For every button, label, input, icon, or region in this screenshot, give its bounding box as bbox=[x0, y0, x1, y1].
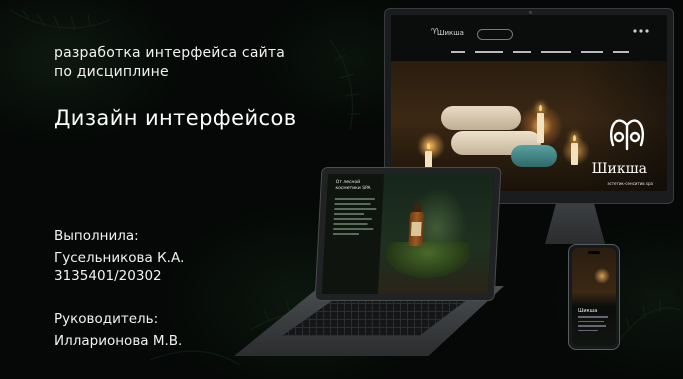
site-logo-text: Шикша bbox=[437, 29, 464, 37]
camera-dot bbox=[529, 11, 532, 14]
towel bbox=[441, 106, 521, 130]
author-name: Гусельникова К.А. bbox=[54, 250, 185, 266]
hero-tagline: эстетик-сенситив spa bbox=[607, 181, 653, 186]
phone-text-lines bbox=[578, 316, 608, 334]
phone-notch bbox=[588, 251, 600, 254]
subtitle: разработка интерфейса сайта по дисциплин… bbox=[54, 44, 285, 82]
laptop-paragraph bbox=[332, 198, 377, 238]
laptop-mockup: От лесной косметики SPA bbox=[314, 167, 502, 301]
presentation-slide: разработка интерфейса сайта по дисциплин… bbox=[0, 0, 683, 379]
subtitle-line-1: разработка интерфейса сайта bbox=[54, 45, 286, 61]
phone-screen: Шикша bbox=[572, 248, 616, 346]
site-contact bbox=[633, 29, 657, 34]
social-icons bbox=[633, 29, 649, 33]
laptop-screen: От лесной косметики SPA bbox=[321, 174, 495, 294]
site-header: ♈ Шикша bbox=[391, 15, 667, 61]
bottle-label bbox=[410, 222, 422, 236]
flame bbox=[573, 135, 576, 141]
course-title: Дизайн интерфейсов bbox=[54, 106, 297, 130]
supervisor-label: Руководитель: bbox=[54, 311, 159, 327]
brand-emblem-icon bbox=[610, 119, 644, 151]
author-group: 3135401/20302 bbox=[54, 268, 162, 284]
towel bbox=[511, 145, 557, 167]
laptop-text-panel: От лесной косметики SPA bbox=[321, 174, 385, 294]
supervisor-name: Илларионова М.В. bbox=[54, 333, 183, 349]
phone-heading: Шикша bbox=[578, 308, 598, 314]
site-header-button bbox=[477, 29, 513, 40]
author-label: Выполнила: bbox=[54, 228, 139, 244]
candle bbox=[537, 113, 544, 143]
monitor-screen: ♈ Шикша Шикша эстетик-сенситив spa bbox=[391, 15, 667, 191]
laptop-heading: От лесной косметики SPA bbox=[335, 180, 371, 191]
hero-brand: Шикша bbox=[591, 161, 647, 177]
flame bbox=[427, 143, 430, 149]
flame bbox=[539, 105, 542, 111]
phone-mockup: Шикша bbox=[568, 244, 620, 350]
moss bbox=[384, 242, 471, 278]
subtitle-line-2: по дисциплине bbox=[54, 64, 169, 80]
site-nav bbox=[451, 49, 657, 53]
